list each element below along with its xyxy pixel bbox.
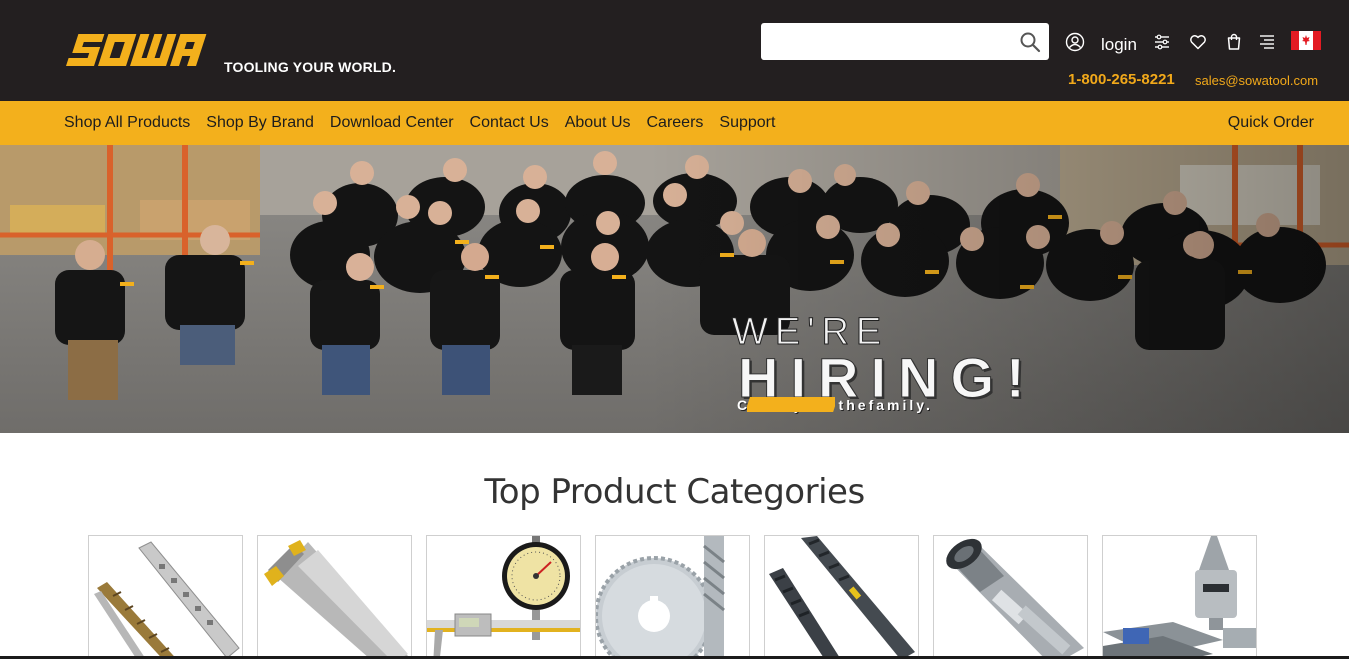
nav-shop-by-brand[interactable]: Shop By Brand bbox=[206, 114, 314, 132]
search-box bbox=[761, 23, 1049, 60]
dial-indicator-image bbox=[427, 536, 580, 659]
sowa-logo-mark bbox=[66, 34, 207, 66]
nav-contact-us[interactable]: Contact Us bbox=[470, 114, 549, 132]
cart-icon[interactable] bbox=[1223, 30, 1245, 54]
nav-careers[interactable]: Careers bbox=[647, 114, 704, 132]
taps-image bbox=[769, 536, 915, 659]
hero-subline: Come join the family. bbox=[737, 397, 933, 413]
site-header: TOOLING YOUR WORLD. login 1-800-265-8221… bbox=[0, 0, 1349, 101]
nav-about-us[interactable]: About Us bbox=[565, 114, 631, 132]
category-measuring-tools[interactable] bbox=[426, 535, 581, 659]
email-link[interactable]: sales@sowatool.com bbox=[1195, 73, 1318, 88]
hero-subline-end: family. bbox=[868, 397, 933, 413]
category-tool-holders[interactable] bbox=[933, 535, 1088, 659]
category-saw-blades[interactable] bbox=[595, 535, 750, 659]
main-nav: Shop All Products Shop By Brand Download… bbox=[0, 101, 1349, 145]
end-mill-image bbox=[264, 540, 408, 659]
nav-shop-all-products[interactable]: Shop All Products bbox=[64, 114, 190, 132]
search-icon[interactable] bbox=[1019, 31, 1041, 53]
search-input[interactable] bbox=[761, 23, 1011, 60]
category-taps[interactable] bbox=[764, 535, 919, 659]
drill-bits-image bbox=[94, 541, 240, 659]
tagline: TOOLING YOUR WORLD. bbox=[224, 59, 397, 75]
quick-order-link[interactable]: Quick Order bbox=[1228, 114, 1314, 132]
category-indexable-end-mill[interactable] bbox=[257, 535, 412, 659]
hiring-banner[interactable]: WE'RE HIRING! Come join the family. bbox=[0, 145, 1349, 433]
category-drill-bits[interactable] bbox=[88, 535, 243, 659]
sowa-logo[interactable] bbox=[63, 26, 213, 74]
category-workholding[interactable] bbox=[1102, 535, 1257, 659]
heart-icon[interactable] bbox=[1187, 30, 1209, 54]
phone-number[interactable]: 1-800-265-8221 bbox=[1068, 71, 1175, 88]
team-photo bbox=[0, 145, 1349, 433]
canada-flag-icon[interactable] bbox=[1291, 31, 1321, 50]
menu-icon[interactable] bbox=[1256, 30, 1278, 54]
login-link[interactable]: login bbox=[1101, 35, 1137, 55]
user-icon[interactable] bbox=[1064, 30, 1086, 54]
nav-download-center[interactable]: Download Center bbox=[330, 114, 454, 132]
nav-support[interactable]: Support bbox=[719, 114, 775, 132]
saw-blade-image bbox=[596, 536, 725, 659]
live-center-image bbox=[1103, 536, 1256, 659]
top-categories-title: Top Product Categories bbox=[484, 472, 865, 512]
tool-holder-image bbox=[946, 538, 1084, 659]
filter-icon[interactable] bbox=[1151, 30, 1173, 54]
sowa-mini-logo bbox=[747, 397, 835, 412]
